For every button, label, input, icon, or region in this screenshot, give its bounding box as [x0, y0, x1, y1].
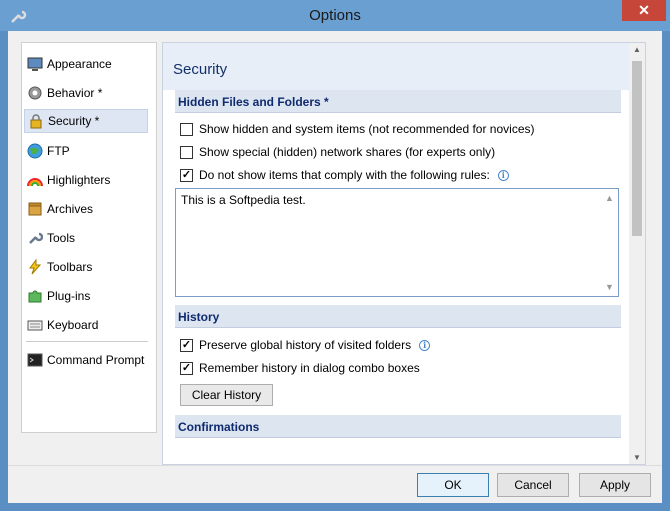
sidebar-item-label: Security *	[48, 114, 100, 128]
sidebar-item-label: FTP	[47, 144, 70, 158]
sidebar-item-label: Tools	[47, 231, 76, 245]
checkbox-row-combo-history[interactable]: ✓ Remember history in dialog combo boxes	[180, 359, 420, 377]
section-header-history: History	[175, 305, 621, 328]
keyboard-icon	[27, 317, 43, 333]
global-history-checkbox[interactable]: ✓	[180, 338, 193, 352]
sidebar-item-label: Highlighters	[47, 173, 111, 187]
sidebar-item-command-prompt[interactable]: Command Prompt	[24, 348, 148, 372]
sidebar-item-ftp[interactable]: FTP	[24, 139, 148, 163]
close-button[interactable]: ✕	[622, 0, 666, 21]
monitor-icon	[27, 56, 43, 72]
lock-icon	[28, 113, 44, 129]
combo-history-checkbox[interactable]: ✓	[180, 361, 193, 375]
settings-panel: Security Hidden Files and Folders * Show…	[162, 42, 646, 465]
section-title: History	[178, 310, 220, 324]
sidebar-item-toolbars[interactable]: Toolbars	[24, 255, 148, 279]
sidebar-item-label: Plug-ins	[47, 289, 91, 303]
section-header-confirmations: Confirmations	[175, 415, 621, 438]
sidebar-item-security[interactable]: Security *	[24, 109, 148, 133]
sidebar-item-plugins[interactable]: Plug-ins	[24, 284, 148, 308]
chevron-down-icon[interactable]: ▼	[605, 282, 614, 292]
panel-header: Security	[163, 43, 631, 90]
window-title: Options	[309, 7, 361, 24]
sidebar-item-keyboard[interactable]: Keyboard	[24, 313, 148, 337]
rules-textarea[interactable]: This is a Softpedia test. ▲ ▼	[175, 188, 619, 297]
checkbox-row-hide-rules[interactable]: ✓ Do not show items that comply with the…	[180, 166, 509, 184]
globe-icon	[27, 143, 43, 159]
info-icon[interactable]: i	[497, 169, 509, 181]
sidebar-separator	[26, 341, 148, 342]
checkbox-row-show-shares[interactable]: Show special (hidden) network shares (fo…	[180, 143, 495, 161]
terminal-icon	[27, 352, 43, 368]
show-shares-checkbox[interactable]	[180, 145, 193, 159]
info-icon[interactable]: i	[419, 339, 431, 351]
panel-content: Hidden Files and Folders * Show hidden a…	[163, 90, 631, 464]
sidebar-item-label: Keyboard	[47, 318, 99, 332]
sidebar-item-label: Toolbars	[47, 260, 93, 274]
title-bar[interactable]: Options ✕	[0, 0, 670, 31]
sidebar-item-tools[interactable]: Tools	[24, 226, 148, 250]
rules-scrollbar[interactable]: ▲ ▼	[601, 189, 618, 296]
checkbox-label: Do not show items that comply with the f…	[199, 168, 490, 182]
lightning-icon	[27, 259, 43, 275]
category-list: Appearance Behavior * Security * FTP Hig…	[21, 42, 157, 433]
chevron-down-icon[interactable]: ▼	[633, 453, 641, 462]
rules-text: This is a Softpedia test.	[181, 193, 306, 207]
sidebar-item-label: Archives	[47, 202, 94, 216]
archive-icon	[27, 201, 43, 217]
chevron-up-icon[interactable]: ▲	[633, 45, 641, 54]
apply-button[interactable]: Apply	[579, 473, 651, 497]
footer-divider	[8, 465, 662, 466]
hide-rules-checkbox[interactable]: ✓	[180, 168, 193, 182]
panel-scrollbar[interactable]: ▲ ▼	[629, 43, 645, 464]
scrollbar-thumb[interactable]	[632, 61, 642, 236]
close-icon: ✕	[638, 2, 650, 18]
sidebar-item-appearance[interactable]: Appearance	[24, 52, 148, 76]
dialog-client: Appearance Behavior * Security * FTP Hig…	[8, 31, 662, 503]
gear-icon	[27, 85, 43, 101]
sidebar-item-label: Appearance	[47, 57, 112, 71]
checkbox-label: Show special (hidden) network shares (fo…	[199, 145, 496, 159]
page-title: Security	[173, 61, 228, 78]
chevron-up-icon[interactable]: ▲	[605, 193, 614, 203]
checkbox-label: Show hidden and system items (not recomm…	[199, 122, 535, 136]
section-title: Confirmations	[178, 420, 260, 434]
section-title: Hidden Files and Folders *	[178, 95, 329, 109]
checkbox-label: Remember history in dialog combo boxes	[199, 361, 420, 375]
show-hidden-checkbox[interactable]	[180, 122, 193, 136]
rainbow-icon	[27, 172, 43, 188]
sidebar-item-archives[interactable]: Archives	[24, 197, 148, 221]
sidebar-item-behavior[interactable]: Behavior *	[24, 81, 148, 105]
puzzle-icon	[27, 288, 43, 304]
sidebar-item-highlighters[interactable]: Highlighters	[24, 168, 148, 192]
cancel-button[interactable]: Cancel	[497, 473, 569, 497]
options-window: Options ✕ Appearance Behavior * Security…	[0, 0, 670, 511]
sidebar-item-label: Command Prompt	[47, 353, 145, 367]
checkbox-row-show-hidden[interactable]: Show hidden and system items (not recomm…	[180, 120, 535, 138]
sidebar-item-label: Behavior *	[47, 86, 103, 100]
checkbox-label: Preserve global history of visited folde…	[199, 338, 412, 352]
section-header-hidden-files: Hidden Files and Folders *	[175, 90, 621, 113]
wrench-icon	[27, 230, 43, 246]
clear-history-button[interactable]: Clear History	[180, 384, 273, 406]
ok-button[interactable]: OK	[417, 473, 489, 497]
checkbox-row-global-history[interactable]: ✓ Preserve global history of visited fol…	[180, 336, 431, 354]
